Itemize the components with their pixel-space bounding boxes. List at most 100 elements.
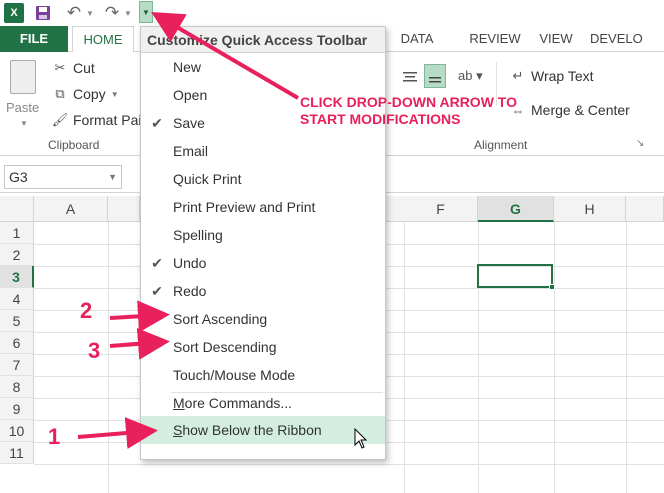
paste-dropdown-icon[interactable]: ▼ — [20, 119, 28, 128]
mouse-pointer-icon — [354, 428, 368, 449]
step-number-3: 3 — [88, 338, 101, 363]
menu-item-label: Undo — [173, 255, 207, 271]
paintbrush-icon: 🖌 — [51, 112, 69, 127]
checkmark-icon: ✔ — [151, 255, 163, 271]
align-bottom-button[interactable] — [424, 64, 446, 88]
menu-item-label: Quick Print — [173, 171, 242, 187]
menu-item-sort-descending[interactable]: Sort Descending — [141, 333, 385, 361]
redo-dropdown-icon[interactable]: ▼ — [124, 3, 132, 23]
menu-item-label: New — [173, 59, 202, 75]
menu-item-email[interactable]: Email — [141, 137, 385, 165]
tab-developer[interactable]: DEVELO — [590, 26, 664, 52]
format-painter-button[interactable]: 🖌 Format Pain — [51, 112, 150, 128]
menu-item-spelling[interactable]: Spelling — [141, 221, 385, 249]
fill-handle[interactable] — [549, 284, 555, 290]
row-header[interactable]: 6 — [0, 332, 34, 354]
undo-icon[interactable]: ↶ — [64, 3, 84, 23]
menu-item-label: Save — [173, 115, 205, 131]
copy-button[interactable]: ⧉ Copy ▼ — [52, 86, 119, 102]
checkmark-icon: ✔ — [151, 283, 163, 299]
row-header[interactable]: 11 — [0, 442, 34, 464]
row-header[interactable]: 2 — [0, 244, 34, 266]
gridline — [34, 464, 664, 465]
gridline — [404, 222, 405, 493]
customize-qat-menu: Customize Quick Access Toolbar New Open ✔ S… — [140, 26, 386, 460]
menu-item-label: Spelling — [173, 227, 223, 243]
show-below-mnemonic: S — [173, 422, 183, 438]
column-header-i[interactable] — [626, 196, 664, 222]
customize-qat-button[interactable]: ▼ — [139, 1, 153, 23]
select-all-corner[interactable] — [0, 196, 34, 222]
menu-item-new[interactable]: New — [141, 53, 385, 81]
menu-item-touch-mouse-mode[interactable]: Touch/Mouse Mode — [141, 361, 385, 389]
menu-item-label: Open — [173, 87, 208, 103]
quick-access-toolbar: X ↶ ▼ ↷ ▼ ▼ — [0, 0, 664, 26]
wrap-text-label: Wrap Text — [531, 68, 594, 84]
clipboard-group-label: Clipboard — [48, 138, 100, 152]
gridline — [554, 222, 555, 493]
cut-button[interactable]: ✂ Cut — [52, 60, 95, 76]
column-header-h[interactable]: H — [554, 196, 626, 222]
align-center-icon[interactable] — [402, 70, 418, 84]
row-header[interactable]: 10 — [0, 420, 34, 442]
row-header[interactable]: 9 — [0, 398, 34, 420]
column-header-a[interactable]: A — [34, 196, 108, 222]
merge-center-label: Merge & Center — [531, 102, 630, 118]
row-header[interactable]: 8 — [0, 376, 34, 398]
copy-label: Copy — [73, 86, 106, 102]
step-number-2: 2 — [80, 298, 93, 323]
tab-file[interactable]: FILE — [0, 26, 68, 52]
merge-center-button[interactable]: ⇔ Merge & Center — [510, 102, 630, 118]
menu-item-label: Redo — [173, 283, 207, 299]
orientation-icon[interactable]: ab ▾ — [458, 68, 483, 84]
tab-home[interactable]: HOME — [72, 26, 134, 53]
format-painter-label: Format Pain — [73, 112, 150, 128]
chevron-down-icon: ▼ — [142, 7, 150, 17]
menu-item-print-preview-and-print[interactable]: Print Preview and Print — [141, 193, 385, 221]
more-commands-mnemonic: M — [173, 395, 185, 411]
copy-dropdown-icon[interactable]: ▼ — [111, 90, 119, 99]
active-cell-g3[interactable] — [477, 264, 553, 288]
row-header[interactable]: 5 — [0, 310, 34, 332]
row-header[interactable]: 7 — [0, 354, 34, 376]
row-header[interactable]: 3 — [0, 266, 34, 288]
column-header-b[interactable] — [108, 196, 140, 222]
scissors-icon: ✂ — [54, 60, 66, 75]
step-number-1: 1 — [48, 424, 61, 449]
paste-button[interactable]: Paste — [6, 100, 39, 115]
row-header[interactable]: 1 — [0, 222, 34, 244]
name-box[interactable]: G3 ▼ — [4, 165, 122, 189]
column-header-f[interactable]: F — [404, 196, 478, 222]
wrap-text-button[interactable]: ↵ Wrap Text — [510, 68, 594, 84]
save-icon[interactable] — [34, 3, 52, 23]
menu-title: Customize Quick Access Toolbar — [141, 27, 385, 53]
menu-item-label: Sort Ascending — [173, 311, 268, 327]
callout-text: CLICK DROP-DOWN ARROW TO START MODIFICAT… — [300, 94, 517, 128]
dialog-launcher-icon[interactable]: ↘ — [636, 138, 644, 149]
copy-icon: ⧉ — [55, 86, 65, 101]
tab-data[interactable]: DATA — [394, 26, 440, 52]
undo-dropdown-icon[interactable]: ▼ — [86, 3, 94, 23]
row-header[interactable]: 4 — [0, 288, 34, 310]
chevron-down-icon[interactable]: ▼ — [108, 166, 117, 188]
menu-item-undo[interactable]: ✔ Undo — [141, 249, 385, 277]
menu-item-show-below-ribbon[interactable]: Show Below the Ribbon — [141, 416, 385, 444]
gridline — [626, 222, 627, 493]
cut-label: Cut — [73, 60, 95, 76]
menu-item-label: Touch/Mouse Mode — [173, 367, 296, 383]
name-box-value: G3 — [9, 169, 28, 185]
alignment-group-label: Alignment — [474, 138, 528, 152]
menu-item-label: Sort Descending — [173, 339, 277, 355]
menu-item-quick-print[interactable]: Quick Print — [141, 165, 385, 193]
menu-item-sort-ascending[interactable]: Sort Ascending — [141, 305, 385, 333]
menu-item-label: Email — [173, 143, 209, 159]
menu-item-more-commands[interactable]: More Commands... — [141, 389, 385, 417]
menu-item-redo[interactable]: ✔ Redo — [141, 277, 385, 305]
column-header-g[interactable]: G — [478, 196, 554, 222]
checkmark-icon: ✔ — [151, 115, 163, 131]
tab-view[interactable]: VIEW — [534, 26, 578, 52]
paste-icon[interactable] — [10, 60, 36, 94]
excel-logo-icon: X — [4, 3, 24, 23]
tab-review[interactable]: REVIEW — [462, 26, 528, 52]
redo-icon[interactable]: ↷ — [102, 3, 122, 23]
